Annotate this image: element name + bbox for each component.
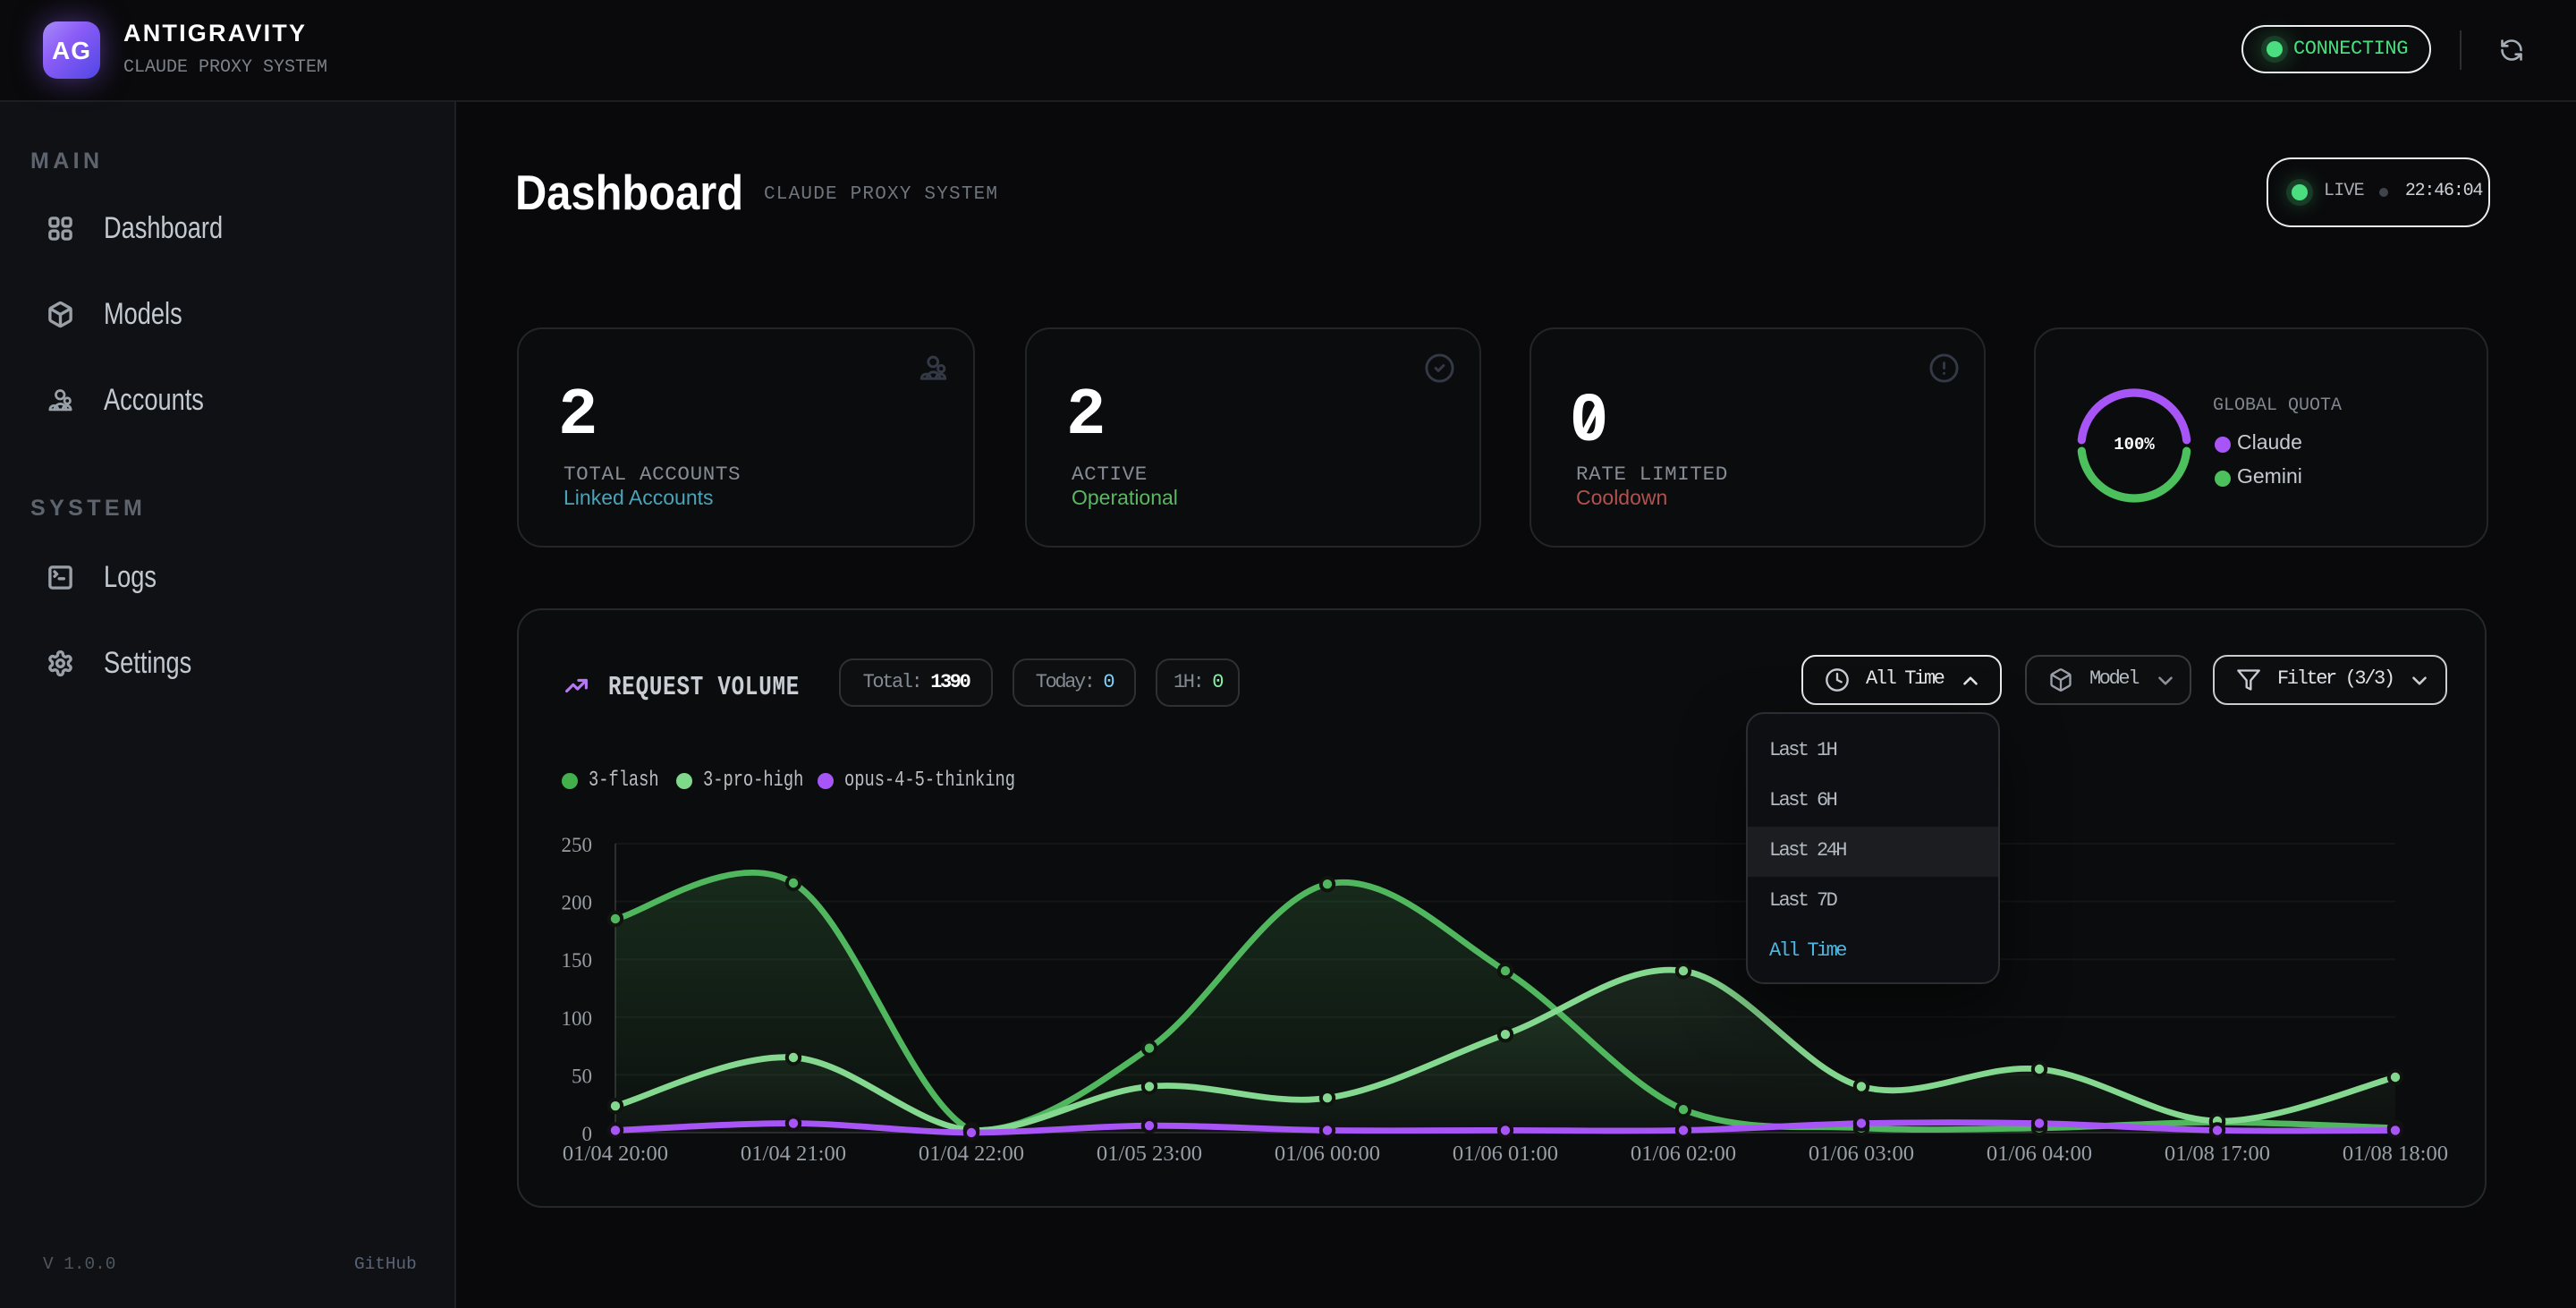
svg-text:150: 150: [562, 949, 593, 972]
svg-text:01/05 23:00: 01/05 23:00: [1097, 1142, 1202, 1166]
svg-text:01/06 00:00: 01/06 00:00: [1275, 1142, 1380, 1166]
svg-text:01/08 17:00: 01/08 17:00: [2165, 1142, 2270, 1166]
svg-text:01/06 01:00: 01/06 01:00: [1453, 1142, 1558, 1166]
svg-text:01/04 22:00: 01/04 22:00: [919, 1142, 1024, 1166]
svg-text:01/08 18:00: 01/08 18:00: [2343, 1142, 2448, 1166]
svg-text:01/06 03:00: 01/06 03:00: [1809, 1142, 1914, 1166]
svg-text:250: 250: [562, 834, 593, 856]
svg-text:01/04 21:00: 01/04 21:00: [741, 1142, 846, 1166]
svg-text:01/06 02:00: 01/06 02:00: [1631, 1142, 1736, 1166]
svg-text:50: 50: [572, 1065, 592, 1087]
svg-text:100: 100: [562, 1007, 593, 1030]
svg-text:01/06 04:00: 01/06 04:00: [1987, 1142, 2092, 1166]
svg-text:200: 200: [562, 892, 593, 914]
svg-text:01/04 20:00: 01/04 20:00: [563, 1142, 668, 1166]
